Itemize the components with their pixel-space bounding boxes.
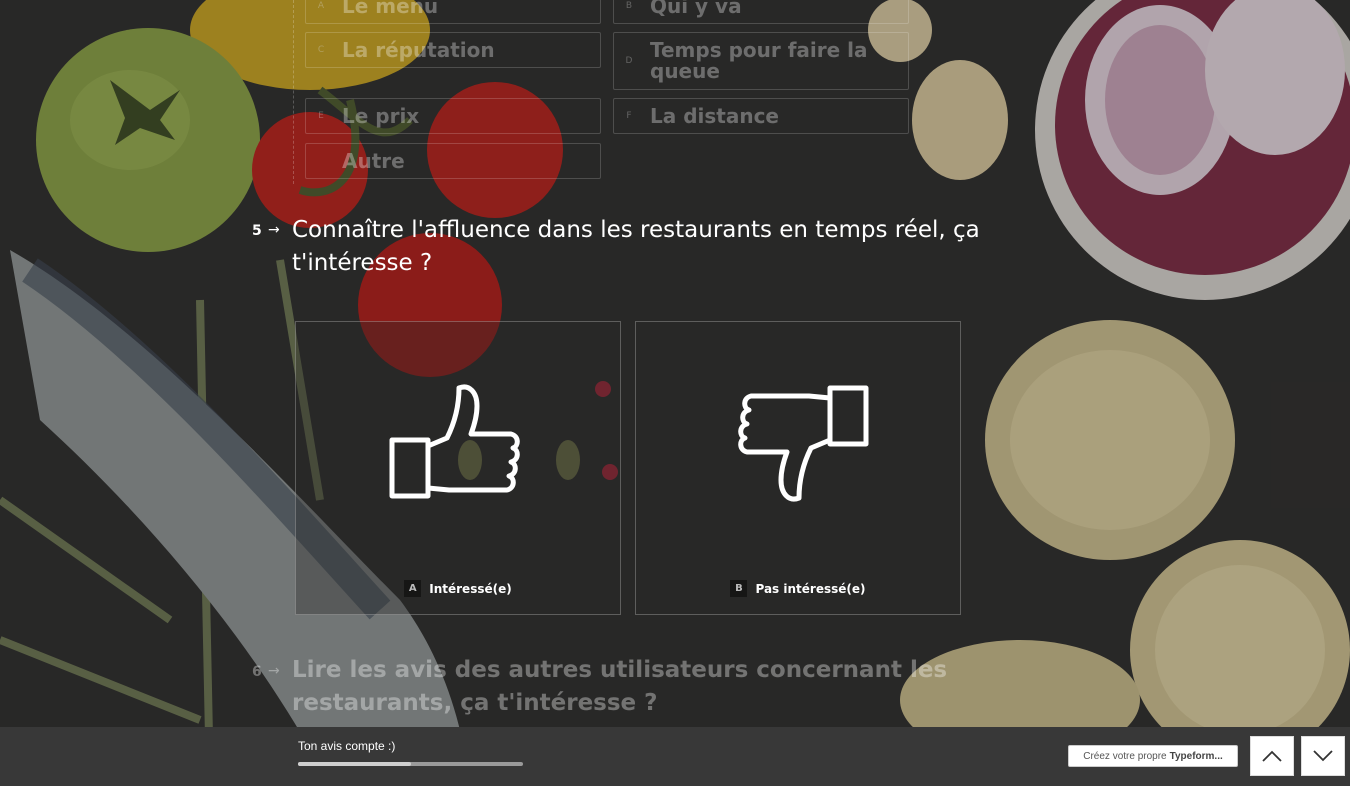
choice-text: Intéressé(e) — [429, 581, 512, 596]
progress-bar — [298, 762, 523, 766]
choice-label: A Intéressé(e) — [296, 580, 620, 597]
option-label: Qui y va — [650, 0, 742, 18]
prev-option[interactable]: A Le menu — [305, 0, 601, 24]
option-label: Autre — [342, 148, 405, 173]
brand-name: Typeform... — [1169, 750, 1223, 762]
option-label: La réputation — [342, 37, 495, 62]
next-question-button[interactable] — [1301, 736, 1345, 776]
progress-label: Ton avis compte :) — [298, 739, 396, 753]
prev-option[interactable]: B Qui y va — [613, 0, 909, 24]
option-key: A — [317, 1, 325, 11]
progress-fill — [298, 762, 411, 766]
option-key: E — [318, 111, 324, 121]
thumbs-up-icon — [389, 384, 520, 499]
option-key: D — [625, 56, 633, 66]
question-number: 6 — [252, 664, 262, 680]
previous-question-options: A Le menu B Qui y va C La réputation D T… — [0, 0, 1350, 200]
question-guide-line — [293, 0, 294, 184]
footer-bar: Ton avis compte :) Créez votre propre Ty… — [0, 727, 1350, 786]
option-label: Le menu — [342, 0, 439, 18]
prev-option[interactable]: D Temps pour faire la queue — [613, 32, 909, 90]
option-label: Le prix — [342, 103, 420, 128]
prev-option[interactable]: Autre — [305, 143, 601, 179]
question-arrow-icon: → — [268, 663, 280, 679]
choice-interested[interactable]: A Intéressé(e) — [295, 321, 621, 615]
chevron-down-icon — [1313, 750, 1333, 762]
choice-not-interested[interactable]: B Pas intéressé(e) — [635, 321, 961, 615]
prev-option[interactable]: C La réputation — [305, 32, 601, 68]
choice-key: B — [730, 580, 748, 597]
choice-text: Pas intéressé(e) — [755, 581, 866, 596]
previous-question-button[interactable] — [1250, 736, 1294, 776]
thumbs-down-icon — [738, 385, 869, 502]
option-key — [314, 154, 328, 168]
prev-option[interactable]: F La distance — [613, 98, 909, 134]
option-label: La distance — [650, 103, 779, 128]
create-typeform-link[interactable]: Créez votre propre Typeform... — [1068, 745, 1238, 767]
choice-key: A — [404, 580, 422, 597]
question-text: Lire les avis des autres utilisateurs co… — [292, 657, 948, 716]
option-key: C — [317, 45, 325, 55]
choice-label: B Pas intéressé(e) — [636, 580, 960, 597]
question-number: 5 — [252, 223, 262, 239]
option-label: Temps pour faire la queue — [650, 38, 868, 83]
chevron-up-icon — [1262, 750, 1282, 762]
option-key: F — [626, 111, 632, 121]
option-key: B — [625, 1, 633, 11]
question-text: Connaître l'affluence dans les restauran… — [292, 217, 980, 276]
brand-prefix: Créez votre propre — [1083, 750, 1167, 762]
prev-option[interactable]: E Le prix — [305, 98, 601, 134]
question-arrow-icon: → — [268, 222, 280, 238]
